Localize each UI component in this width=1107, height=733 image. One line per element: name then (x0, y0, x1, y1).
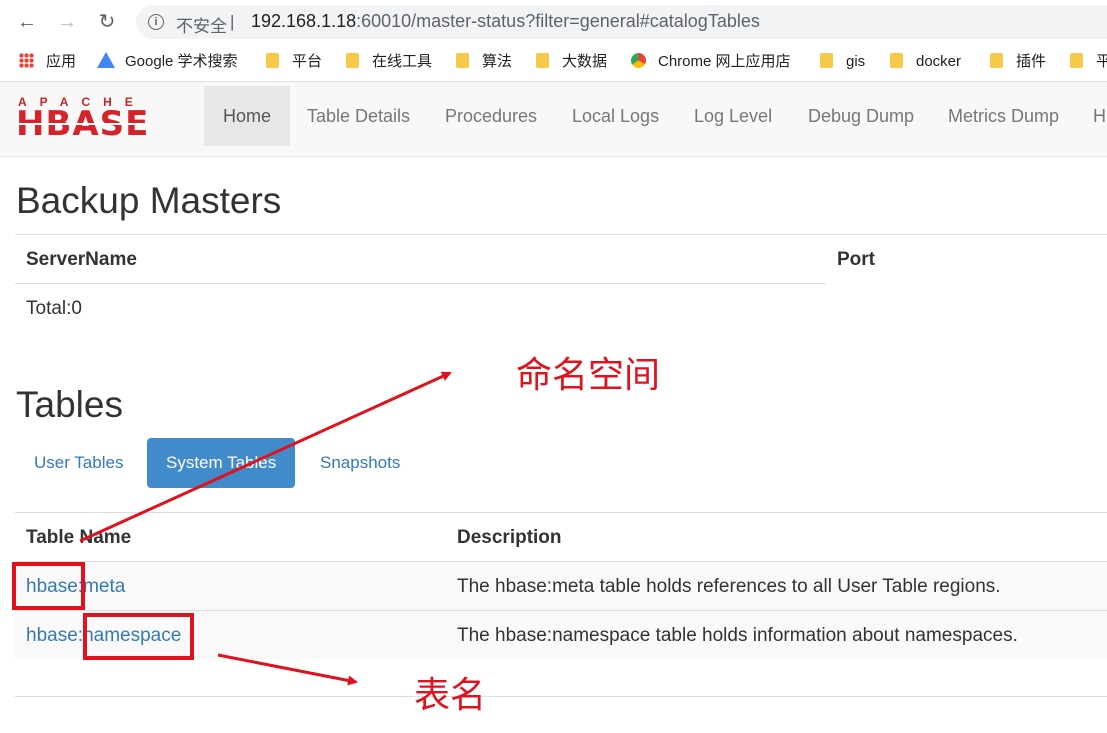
arrow-to-table-name-label (217, 653, 358, 686)
annotation-arrows (79, 371, 452, 686)
arrow-to-namespace-label (79, 371, 452, 543)
